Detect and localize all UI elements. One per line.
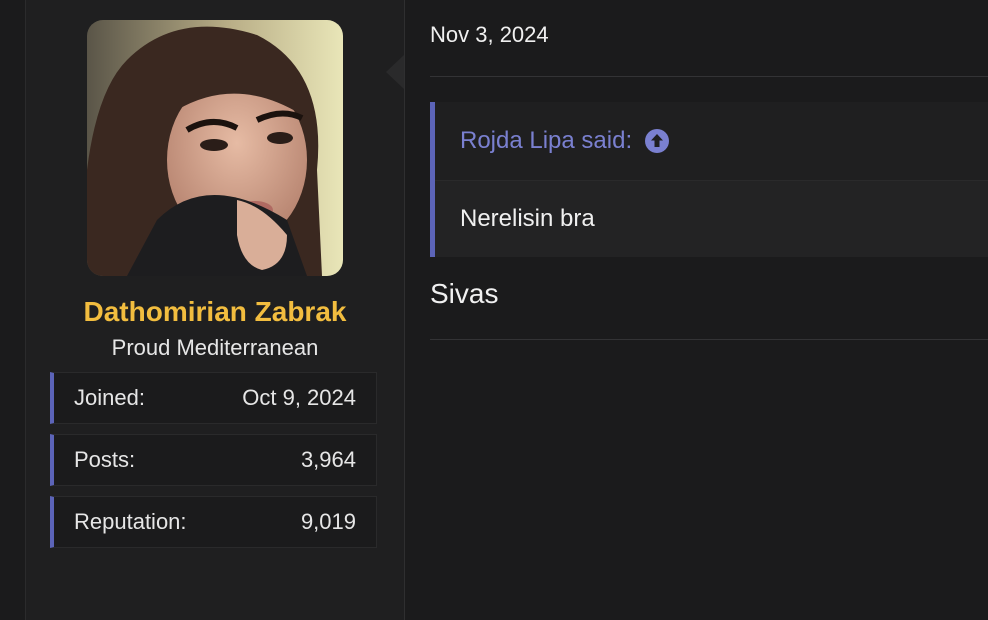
- divider: [430, 76, 988, 77]
- username[interactable]: Dathomirian Zabrak: [26, 296, 404, 328]
- divider: [430, 339, 988, 340]
- post-body: Sivas: [430, 278, 499, 309]
- message-arrow: [386, 55, 404, 89]
- stat-label: Posts:: [74, 447, 136, 472]
- stat-reputation: Reputation: 9,019: [50, 496, 377, 548]
- stat-joined: Joined: Oct 9, 2024: [50, 372, 377, 424]
- stat-label: Joined:: [74, 385, 145, 410]
- user-title: Proud Mediterranean: [111, 335, 319, 360]
- quote-author-link[interactable]: Rojda Lipa said:: [460, 127, 632, 155]
- quote-content: Nerelisin bra: [435, 181, 988, 257]
- page-gutter: [0, 0, 26, 620]
- arrow-up-circle-icon[interactable]: [644, 128, 670, 154]
- stat-posts: Posts: 3,964: [50, 434, 377, 486]
- quote-header: Rojda Lipa said:: [435, 102, 988, 181]
- bb-quote: Rojda Lipa said: Nerelisin bra: [430, 102, 988, 257]
- post-date[interactable]: Nov 3, 2024: [430, 22, 549, 48]
- avatar[interactable]: [87, 20, 343, 276]
- stat-label: Reputation:: [74, 509, 187, 534]
- stat-value: 9,019: [300, 509, 356, 534]
- avatar-image: [87, 20, 343, 276]
- stat-value[interactable]: 3,964: [301, 447, 356, 473]
- stat-value: Oct 9, 2024: [242, 385, 356, 410]
